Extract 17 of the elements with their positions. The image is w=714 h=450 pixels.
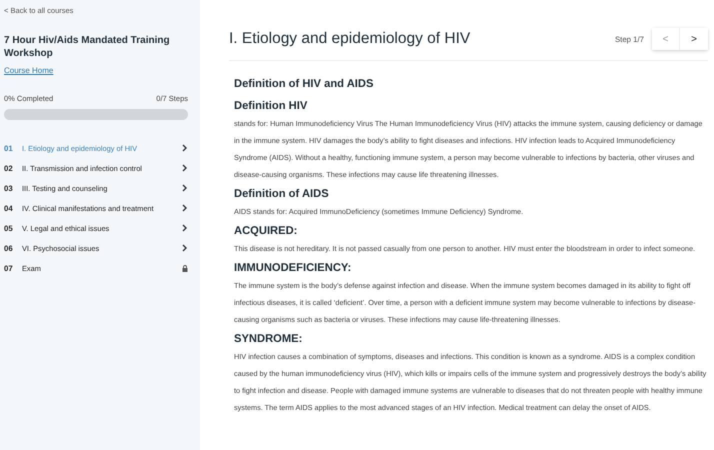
course-home-link[interactable]: Course Home [4,66,54,75]
heading: IMMUNODEFICIENCY: [234,261,352,276]
lesson-title: I. Etiology and epidemiology of HIV [229,30,472,48]
chevron-right-icon [181,164,188,172]
course-title: 7 Hour Hiv/Aids Mandated Training Workshop [4,34,171,60]
chevron-right-icon [181,144,188,152]
next-button[interactable]: > [680,28,708,50]
chevron-right-icon [181,244,188,252]
heading: Definition HIV [234,99,308,114]
chevron-right-icon [181,204,188,212]
chevron-right-icon [181,224,188,232]
chevron-right-icon [181,184,188,192]
heading: Definition of AIDS [234,187,330,202]
heading: SYNDROME: [234,332,304,347]
lock-icon [182,264,188,272]
section-title: Definition of HIV and AIDS [234,78,374,90]
heading: ACQUIRED: [234,224,298,239]
